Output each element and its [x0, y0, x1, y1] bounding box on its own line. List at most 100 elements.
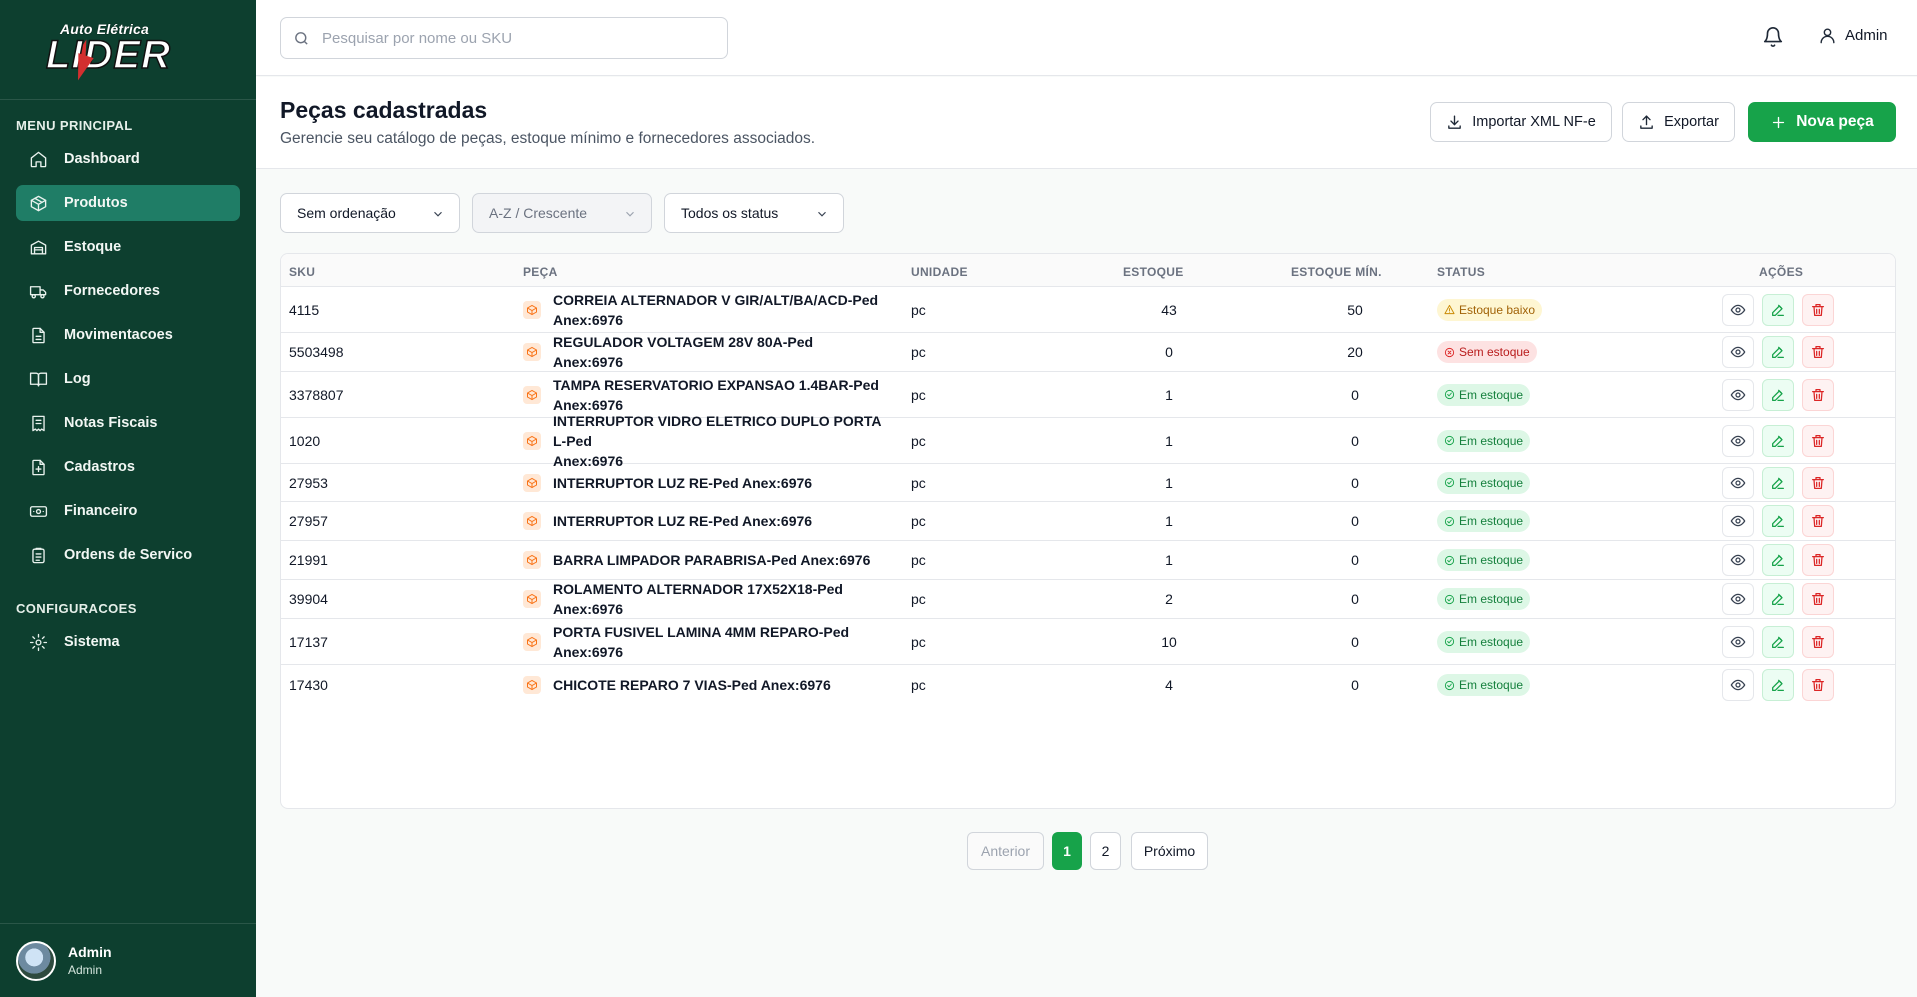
view-button[interactable]: [1722, 583, 1754, 615]
sidebar-item-financeiro[interactable]: Financeiro: [16, 493, 240, 529]
user-menu[interactable]: Admin: [1818, 26, 1888, 45]
edit-button[interactable]: [1762, 583, 1794, 615]
table-row[interactable]: 1020 INTERRUPTOR VIDRO ELETRICO DUPLO POR…: [281, 413, 1895, 469]
edit-button[interactable]: [1762, 505, 1794, 537]
status-select[interactable]: Todos os status: [664, 193, 844, 233]
delete-button[interactable]: [1802, 544, 1834, 576]
delete-button[interactable]: [1802, 583, 1834, 615]
search-input[interactable]: [322, 29, 702, 47]
direction-select[interactable]: A-Z / Crescente: [472, 193, 652, 233]
table-row[interactable]: 21991 BARRA LIMPADOR PARABRISA-Ped Anex:6…: [281, 541, 1895, 580]
status-badge-label: Em estoque: [1459, 553, 1524, 567]
box-icon: [523, 385, 541, 404]
part-name-line1: INTERRUPTOR LUZ RE-Ped Anex:6976: [553, 513, 813, 529]
search-box[interactable]: [280, 17, 728, 59]
new-part-button[interactable]: Nova peça: [1748, 102, 1896, 142]
delete-button[interactable]: [1802, 378, 1834, 411]
sidebar-item-notas-fiscais[interactable]: Notas Fiscais: [16, 405, 240, 441]
stock-cell: 43: [1161, 301, 1177, 318]
part-cell: BARRA LIMPADOR PARABRISA-Ped Anex:6976: [523, 550, 883, 570]
min-stock-cell: 0: [1351, 474, 1359, 491]
edit-button[interactable]: [1762, 669, 1794, 701]
actions-cell: [1722, 336, 1842, 368]
eye-icon: [1730, 636, 1746, 647]
view-button[interactable]: [1722, 378, 1754, 411]
view-button[interactable]: [1722, 293, 1754, 326]
sidebar-item-cadastros[interactable]: Cadastros: [16, 449, 240, 485]
export-button[interactable]: Exportar: [1622, 102, 1735, 142]
status-badge: Em estoque: [1437, 429, 1531, 452]
view-button[interactable]: [1722, 625, 1754, 658]
stock-cell: 0: [1165, 344, 1173, 360]
sidebar-item-sistema[interactable]: Sistema: [16, 624, 240, 660]
view-button[interactable]: [1722, 336, 1754, 368]
edit-icon: [1772, 389, 1784, 401]
part-name-line1: INTERRUPTOR LUZ RE-Ped Anex:6976: [553, 474, 813, 491]
status-badge: Em estoque: [1437, 674, 1531, 696]
sidebar-item-estoque[interactable]: Estoque: [16, 229, 240, 265]
box-icon: [523, 343, 541, 361]
sidebar-item-produtos[interactable]: Produtos: [16, 185, 240, 221]
min-stock-cell: 0: [1351, 552, 1359, 568]
part-name: REGULADOR VOLTAGEM 28V 80A-Ped Anex:6976: [553, 332, 883, 372]
sidebar-item-dashboard[interactable]: Dashboard: [16, 141, 240, 177]
sidebar-item-ordens-de-servico[interactable]: Ordens de Servico: [16, 537, 240, 573]
stock-cell: 1: [1165, 513, 1173, 529]
edit-icon: [1772, 515, 1784, 527]
import-xml-button[interactable]: Importar XML NF-e: [1430, 102, 1612, 142]
view-button[interactable]: [1722, 424, 1754, 457]
table-row[interactable]: 17137 PORTA FUSIVEL LAMINA 4MM REPARO-Ped…: [281, 619, 1895, 665]
pagination-prev-button[interactable]: Anterior: [967, 832, 1044, 870]
unit-cell: pc: [911, 513, 926, 529]
edit-button[interactable]: [1762, 293, 1794, 326]
view-button[interactable]: [1722, 466, 1754, 499]
check-circle-icon: [1444, 594, 1459, 605]
table-row[interactable]: 27953 INTERRUPTOR LUZ RE-Ped Anex:6976 pc 1…: [281, 464, 1895, 502]
part-cell: INTERRUPTOR LUZ RE-Ped Anex:6976: [523, 473, 883, 493]
part-name: TAMPA RESERVATORIO EXPANSAO 1.4BAR-Ped An…: [553, 375, 879, 415]
pagination-next-button[interactable]: Próximo: [1131, 832, 1208, 870]
edit-button[interactable]: [1762, 424, 1794, 457]
search-icon: [295, 31, 308, 45]
edit-icon: [1772, 304, 1784, 316]
status-cell: Em estoque: [1437, 510, 1531, 532]
column-header-peca: PEÇA: [523, 265, 558, 279]
brand-logo[interactable]: Auto Elétrica LIDER: [45, 19, 206, 83]
pagination-page-1[interactable]: 1: [1052, 832, 1082, 870]
table-row[interactable]: 4115 CORREIA ALTERNADOR V GIR/ALT/BA/ACD-…: [281, 287, 1895, 333]
delete-button[interactable]: [1802, 466, 1834, 499]
view-button[interactable]: [1722, 669, 1754, 701]
table-row[interactable]: 27957 INTERRUPTOR LUZ RE-Ped Anex:6976 pc 1…: [281, 502, 1895, 541]
delete-button[interactable]: [1802, 293, 1834, 326]
notifications-button[interactable]: [1762, 26, 1786, 50]
delete-button[interactable]: [1802, 424, 1834, 457]
edit-button[interactable]: [1762, 378, 1794, 411]
table-row[interactable]: 39904 ROLAMENTO ALTERNADOR 17X52X18-Ped A…: [281, 580, 1895, 619]
edit-button[interactable]: [1762, 466, 1794, 499]
column-header-status: STATUS: [1437, 265, 1486, 279]
user-menu-label: Admin: [1845, 27, 1888, 44]
trash-icon: [1812, 388, 1824, 401]
sidebar-item-movimentacoes[interactable]: Movimentacoes: [16, 317, 240, 353]
pagination-page-2[interactable]: 2: [1090, 832, 1121, 870]
delete-button[interactable]: [1802, 625, 1834, 658]
delete-button[interactable]: [1802, 669, 1834, 701]
sidebar-item-log[interactable]: Log: [16, 361, 240, 397]
view-button[interactable]: [1722, 505, 1754, 537]
delete-button[interactable]: [1802, 505, 1834, 537]
table-row[interactable]: 5503498 REGULADOR VOLTAGEM 28V 80A-Ped An…: [281, 333, 1895, 372]
part-name: ROLAMENTO ALTERNADOR 17X52X18-Ped Anex:6…: [553, 579, 883, 619]
status-badge-label: Em estoque: [1459, 433, 1524, 448]
sort-select[interactable]: Sem ordenação: [280, 193, 460, 233]
sidebar-item-label: Log: [64, 371, 91, 387]
sidebar-item-fornecedores[interactable]: Fornecedores: [16, 273, 240, 309]
column-header-acoes: AÇÕES: [1759, 265, 1804, 279]
delete-button[interactable]: [1802, 336, 1834, 368]
edit-button[interactable]: [1762, 544, 1794, 576]
sidebar-user[interactable]: Admin Admin: [0, 923, 256, 997]
edit-button[interactable]: [1762, 625, 1794, 658]
edit-button[interactable]: [1762, 336, 1794, 368]
table-row[interactable]: 17430 CHICOTE REPARO 7 VIAS-Ped Anex:6976…: [281, 665, 1895, 705]
view-button[interactable]: [1722, 544, 1754, 576]
eye-icon: [1730, 515, 1746, 527]
